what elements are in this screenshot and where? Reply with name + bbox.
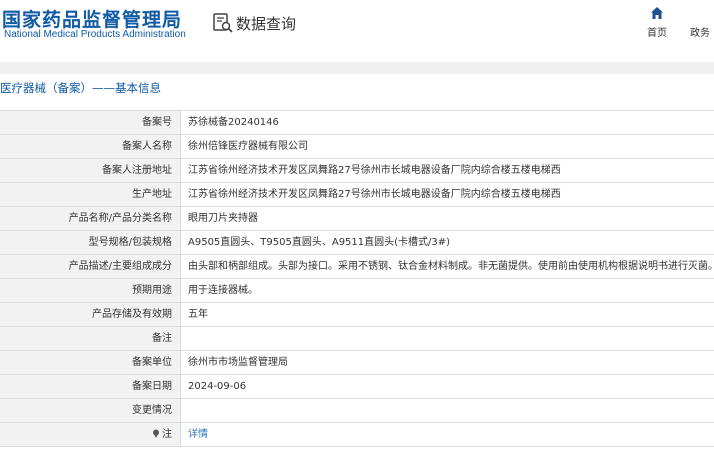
nav-home-label: 首页 [647,28,667,39]
row-label-remarks: 备注 [0,327,181,350]
row-label-filing-unit: 备案单位 [0,351,181,374]
row-label-model-spec: 型号规格/包装规格 [0,231,181,254]
home-icon [651,7,663,19]
table-row: 预期用途 用于连接器械。 [0,279,714,303]
table-row: 备案人名称 徐州倍锋医疗器械有限公司 [0,135,714,159]
pin-icon [153,429,159,438]
table-row: 产品描述/主要组成成分 由头部和柄部组成。头部为接口。采用不锈钢、钛合金材料制成… [0,255,714,279]
row-label-intended-use: 预期用途 [0,279,181,302]
nav-gov-label: 政务 [690,28,710,39]
nav-home[interactable]: 首页 [637,6,677,39]
row-value-registrant-address: 江苏省徐州经济技术开发区凤舞路27号徐州市长城电器设备厂院内综合楼五楼电梯西 [181,159,714,182]
nav-gov-affairs[interactable]: 政务 [690,6,714,39]
table-row: 型号规格/包装规格 A9505直圆头、T9505直圆头、A9511直圆头(卡槽式… [0,231,714,255]
row-label-product-description: 产品描述/主要组成成分 [0,255,181,278]
section-title: 医疗器械（备案）——基本信息 [0,81,161,95]
table-row: 生产地址 江苏省徐州经济技术开发区凤舞路27号徐州市长城电器设备厂院内综合楼五楼… [0,183,714,207]
row-label-note: 注 [0,423,181,446]
row-value-intended-use: 用于连接器械。 [181,279,714,302]
row-label-registrant-name: 备案人名称 [0,135,181,158]
table-row: 备案日期 2024-09-06 [0,375,714,399]
table-row: 产品存储及有效期 五年 [0,303,714,327]
row-value-production-address: 江苏省徐州经济技术开发区凤舞路27号徐州市长城电器设备厂院内综合楼五楼电梯西 [181,183,714,206]
row-label-filing-date: 备案日期 [0,375,181,398]
table-row: 备案人注册地址 江苏省徐州经济技术开发区凤舞路27号徐州市长城电器设备厂院内综合… [0,159,714,183]
row-label-product-name: 产品名称/产品分类名称 [0,207,181,230]
divider-strip [0,62,714,74]
row-label-storage-validity: 产品存储及有效期 [0,303,181,326]
row-value-filing-unit: 徐州市市场监督管理局 [181,351,714,374]
info-table: 备案号 苏徐械备20240146 备案人名称 徐州倍锋医疗器械有限公司 备案人注… [0,110,714,447]
row-value-change-status [181,399,714,422]
details-link[interactable]: 详情 [188,429,208,440]
row-value-storage-validity: 五年 [181,303,714,326]
row-value-remarks [181,327,714,350]
row-label-registrant-address: 备案人注册地址 [0,159,181,182]
table-row: 备注 [0,327,714,351]
data-query-title-group: 数据查询 [212,12,296,34]
site-logo-title[interactable]: 国家药品监督管理局 [2,5,182,32]
row-value-product-description: 由头部和柄部组成。头部为接口。采用不锈钢、钛合金材料制成。非无菌提供。使用前由使… [181,255,714,278]
row-value-product-name: 眼用刀片夹持器 [181,207,714,230]
page-heading: 数据查询 [236,14,297,33]
row-label-change-status: 变更情况 [0,399,181,422]
row-value-record-number: 苏徐械备20240146 [181,111,714,134]
table-row: 注 详情 [0,423,714,447]
row-value-note: 详情 [181,423,714,446]
table-row: 备案单位 徐州市市场监督管理局 [0,351,714,375]
site-header: 国家药品监督管理局 National Medical Products Admi… [0,0,714,56]
row-value-registrant-name: 徐州倍锋医疗器械有限公司 [181,135,714,158]
table-row: 变更情况 [0,399,714,423]
document-search-icon [213,13,233,33]
row-label-note-text: 注 [162,429,172,440]
site-logo-subtitle: National Medical Products Administration [4,29,186,40]
row-label-record-number: 备案号 [0,111,181,134]
row-value-filing-date: 2024-09-06 [181,375,714,398]
row-label-production-address: 生产地址 [0,183,181,206]
nav-gov-icon-space [703,6,714,20]
table-row: 备案号 苏徐械备20240146 [0,111,714,135]
table-row: 产品名称/产品分类名称 眼用刀片夹持器 [0,207,714,231]
row-value-model-spec: A9505直圆头、T9505直圆头、A9511直圆头(卡槽式/3#) [181,231,714,254]
